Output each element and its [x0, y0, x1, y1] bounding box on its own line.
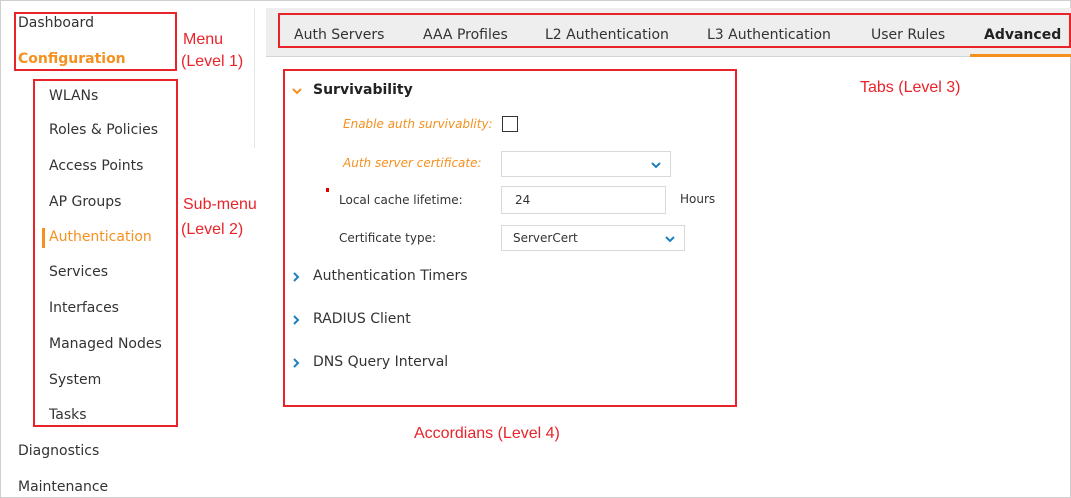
tab-auth-servers[interactable]: Auth Servers — [294, 27, 384, 43]
annotation-menu-label: Menu — [183, 31, 224, 48]
chevron-down-icon — [651, 162, 661, 169]
tab-l2-authentication[interactable]: L2 Authentication — [545, 27, 669, 43]
certificate-type-label: Certificate type: — [339, 231, 436, 245]
sidebar-divider — [254, 8, 255, 148]
submenu-item-authentication[interactable]: Authentication — [49, 229, 152, 245]
submenu-item-interfaces[interactable]: Interfaces — [49, 300, 119, 316]
submenu-item-wlans[interactable]: WLANs — [49, 88, 98, 104]
auth-server-certificate-label: Auth server certificate: — [343, 156, 482, 170]
annotation-submenu-level: (Level 2) — [181, 221, 244, 238]
submenu-item-tasks[interactable]: Tasks — [49, 407, 87, 423]
red-marker-dot — [326, 188, 329, 192]
menu-item-maintenance[interactable]: Maintenance — [18, 479, 108, 495]
accordion-radius-client-title[interactable]: RADIUS Client — [313, 311, 411, 327]
accordion-survivability-title[interactable]: Survivability — [313, 82, 413, 98]
annotation-menu-level: (Level 1) — [181, 53, 244, 70]
tab-aaa-profiles[interactable]: AAA Profiles — [423, 27, 508, 43]
submenu-item-services[interactable]: Services — [49, 264, 108, 280]
chevron-down-icon — [665, 236, 675, 243]
menu-item-configuration[interactable]: Configuration — [18, 51, 126, 67]
chevron-right-icon — [293, 272, 300, 282]
submenu-item-managed-nodes[interactable]: Managed Nodes — [49, 336, 162, 352]
accordion-authentication-timers-title[interactable]: Authentication Timers — [313, 268, 468, 284]
submenu-item-roles-policies[interactable]: Roles & Policies — [49, 122, 158, 138]
chevron-right-icon — [293, 358, 300, 368]
cache-unit-label: Hours — [680, 192, 716, 206]
tab-advanced[interactable]: Advanced — [984, 27, 1061, 43]
annotation-accordions-label: Accordians (Level 4) — [414, 425, 560, 442]
chevron-down-icon[interactable] — [291, 85, 303, 97]
enable-auth-survivability-checkbox[interactable] — [502, 116, 518, 132]
active-indicator-bar — [42, 228, 45, 248]
certificate-type-select[interactable]: ServerCert — [501, 225, 685, 251]
certificate-type-value: ServerCert — [513, 231, 578, 245]
chevron-right-icon — [293, 315, 300, 325]
menu-item-diagnostics[interactable]: Diagnostics — [18, 443, 99, 459]
local-cache-lifetime-input[interactable]: 24 — [501, 186, 666, 214]
enable-auth-survivability-label: Enable auth survivablity: — [343, 117, 493, 131]
tab-user-rules[interactable]: User Rules — [871, 27, 945, 43]
menu-item-dashboard[interactable]: Dashboard — [18, 15, 94, 31]
auth-server-certificate-select[interactable] — [501, 151, 671, 177]
submenu-item-access-points[interactable]: Access Points — [49, 158, 143, 174]
submenu-item-system[interactable]: System — [49, 372, 101, 388]
tab-l3-authentication[interactable]: L3 Authentication — [707, 27, 831, 43]
annotation-tabs-label: Tabs (Level 3) — [860, 79, 961, 96]
accordion-dns-query-interval-title[interactable]: DNS Query Interval — [313, 354, 448, 370]
annotation-submenu-label: Sub-menu — [183, 196, 257, 213]
local-cache-lifetime-value: 24 — [515, 193, 531, 207]
active-tab-underline — [970, 54, 1071, 57]
submenu-item-ap-groups[interactable]: AP Groups — [49, 194, 121, 210]
local-cache-lifetime-label: Local cache lifetime: — [339, 193, 463, 207]
